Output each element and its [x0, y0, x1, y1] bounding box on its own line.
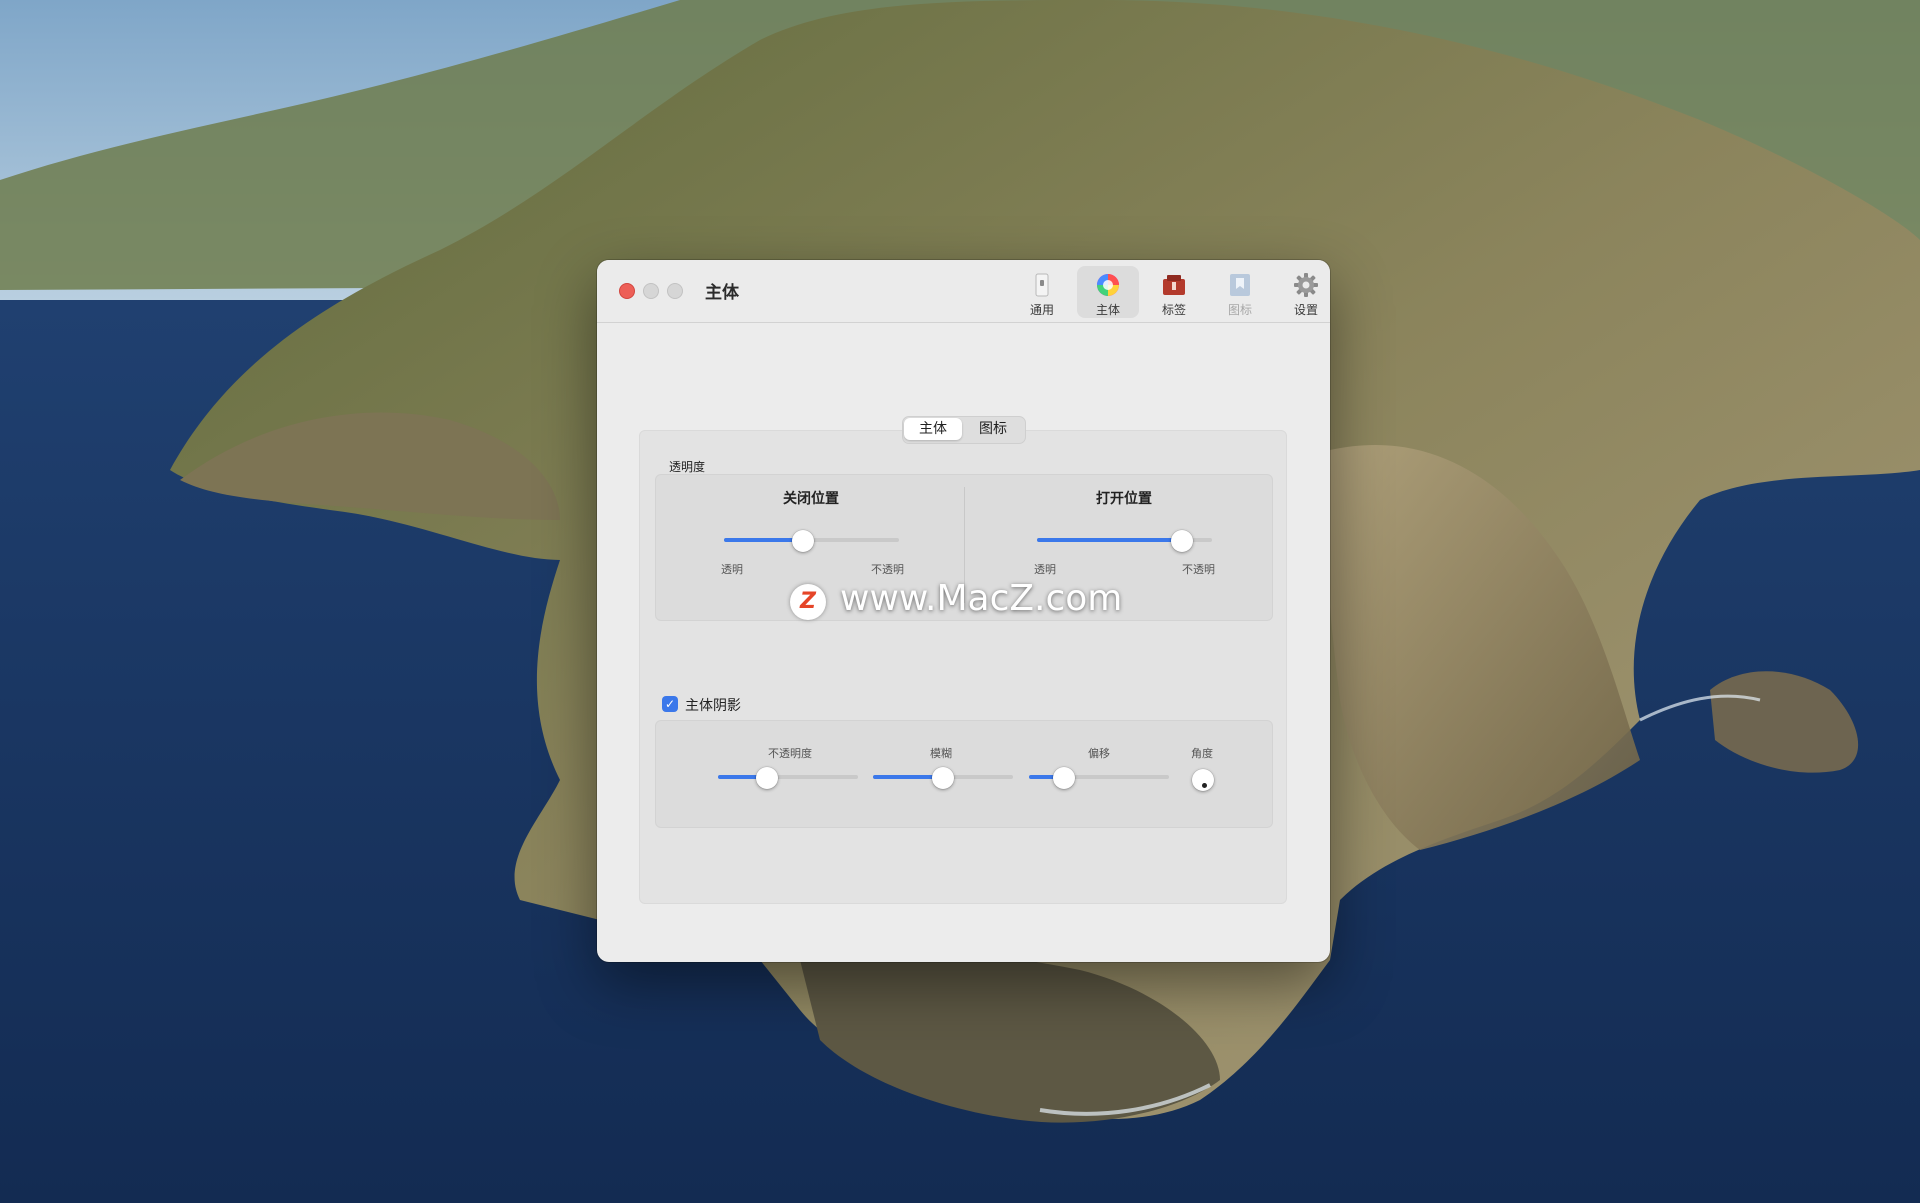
closed-position-title: 关闭位置	[783, 491, 839, 507]
open-min-label: 透明	[1034, 563, 1056, 576]
tag-box-icon	[1163, 275, 1185, 295]
toolbar-item-label: 设置	[1293, 303, 1318, 317]
toolbar-item-label: 标签	[1161, 303, 1186, 317]
close-window-button[interactable]	[619, 283, 635, 299]
shadow-offset-label: 偏移	[1088, 747, 1110, 760]
segment-theme[interactable]: 主体	[904, 418, 962, 440]
shadow-checkbox[interactable]: ✓	[662, 696, 678, 712]
minimize-window-button[interactable]	[643, 283, 659, 299]
phone-icon	[1035, 273, 1049, 297]
open-opacity-slider[interactable]	[1037, 530, 1212, 552]
slider-fill	[724, 538, 803, 542]
color-wheel-icon	[1097, 274, 1119, 296]
toolbar-item-settings[interactable]: 设置	[1275, 266, 1330, 318]
toolbar-item-label: 通用	[1029, 303, 1054, 317]
slider-knob[interactable]	[932, 767, 954, 789]
gear-icon	[1294, 273, 1318, 297]
watermark-logo-letter: Z	[800, 589, 816, 614]
shadow-opacity-slider[interactable]	[718, 767, 858, 789]
bookmark-icon	[1230, 274, 1250, 296]
toolbar-item-tags[interactable]: 标签	[1143, 266, 1205, 318]
slider-knob[interactable]	[1171, 530, 1194, 552]
slider-knob[interactable]	[1053, 767, 1075, 789]
toolbar-item-theme[interactable]: 主体	[1077, 266, 1139, 318]
toolbar-item-general[interactable]: 通用	[1011, 266, 1073, 318]
macz-logo-icon: Z	[790, 584, 826, 620]
segment-icons[interactable]: 图标	[964, 418, 1022, 440]
view-segmented-control: 主体 图标	[902, 416, 1026, 444]
open-position-title: 打开位置	[1096, 491, 1152, 507]
closed-min-label: 透明	[721, 563, 743, 576]
dial-indicator	[1202, 783, 1207, 788]
shadow-blur-slider[interactable]	[873, 767, 1013, 789]
slider-knob[interactable]	[791, 530, 814, 552]
closed-max-label: 不透明	[871, 563, 904, 576]
shadow-checkbox-label: 主体阴影	[685, 698, 741, 714]
toolbar-item-label: 图标	[1227, 303, 1252, 317]
window-titlebar: 主体 通用 主体 标签 图标 设置	[597, 260, 1330, 323]
slider-knob[interactable]	[756, 767, 778, 789]
shadow-offset-slider[interactable]	[1029, 767, 1169, 789]
transparency-section-label: 透明度	[669, 460, 706, 474]
open-max-label: 不透明	[1182, 563, 1215, 576]
shadow-blur-label: 模糊	[930, 747, 952, 760]
slider-fill	[1037, 538, 1183, 542]
toolbar-item-label: 主体	[1095, 303, 1120, 317]
shadow-angle-label: 角度	[1191, 747, 1213, 760]
shadow-angle-dial[interactable]	[1192, 769, 1214, 791]
closed-opacity-slider[interactable]	[724, 530, 899, 552]
toolbar-item-icons[interactable]: 图标	[1209, 266, 1271, 318]
window-title: 主体	[705, 283, 739, 303]
watermark-text: www.MacZ.com	[840, 578, 1123, 619]
zoom-window-button[interactable]	[667, 283, 683, 299]
shadow-opacity-label: 不透明度	[768, 747, 812, 760]
